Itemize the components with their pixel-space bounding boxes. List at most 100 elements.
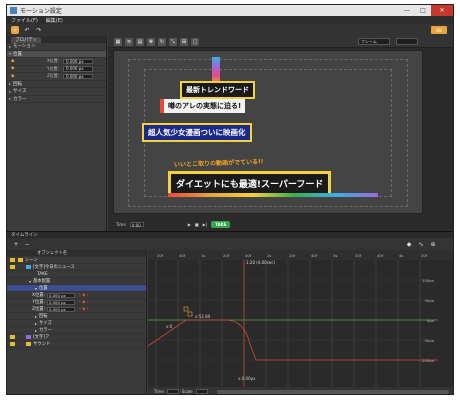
keyframe-add-icon[interactable]: ◆ — [405, 240, 413, 248]
list-view-icon[interactable]: ≡ — [125, 37, 133, 46]
expand-arrow-icon[interactable]: ▸ — [7, 321, 39, 326]
collapse-arrow-icon[interactable]: ▾ — [7, 279, 33, 284]
preview-controls: Time 0:00 ▶ ■ ▶| TAKE — [108, 217, 453, 231]
close-button[interactable]: ✕ — [431, 5, 453, 16]
window-title: モーション設定 — [20, 8, 62, 15]
frame-select[interactable]: フレーム — [358, 38, 390, 45]
maximize-button[interactable]: □ — [415, 5, 431, 16]
take-button[interactable]: TAKE — [211, 220, 231, 228]
ruler-label: 20f — [355, 253, 362, 258]
timeline-row-basic[interactable]: ▾ 基本配置 — [7, 278, 146, 285]
timeline-row-z: Z位置: 0.000 px ‹ ◆ › — [7, 306, 146, 313]
main-toolbar: + ↶ ↷ OK — [7, 24, 453, 36]
time-scale-field[interactable] — [166, 389, 179, 394]
keyframe-icon[interactable]: ◆ — [11, 59, 14, 64]
ruler-label: 4s — [399, 253, 403, 258]
timeline-row-size[interactable]: ▸ サイズ — [7, 320, 146, 327]
prop-row-rotation[interactable]: ▸ 回転 — [7, 81, 106, 88]
ok-button[interactable]: OK — [431, 26, 447, 34]
keyframe-handle[interactable] — [187, 311, 193, 317]
canvas-text-manga[interactable]: 超人気少女漫画ついに映画化 — [142, 123, 252, 142]
x-position-field[interactable]: 0.000 px — [47, 292, 75, 298]
timeline-row-take[interactable]: TAKE — [7, 271, 146, 278]
undo-icon[interactable]: ↶ — [23, 26, 31, 34]
y-axis-label: -100px — [421, 358, 435, 363]
delete-object-icon[interactable]: − — [23, 240, 31, 248]
timeline-bottom-bar: Time Scale — [148, 387, 453, 394]
menu-file[interactable]: ファイル(F) — [7, 17, 42, 24]
properties-panel: プロパティ ▸ モーション ▾ 位置 ◆ X位置: 0.000 px ◆ Y位置… — [7, 36, 107, 231]
prop-row-motion[interactable]: ▸ モーション — [7, 43, 106, 51]
y-position-field[interactable]: 0.000 px — [47, 299, 75, 305]
title-bar: モーション設定 — □ ✕ — [7, 5, 453, 16]
zoom-select[interactable] — [396, 38, 418, 45]
curve-graph[interactable]: 20f 40f 1s 20f 40f 2s 20f 40f 3s 20f 40f 4s 20f 1:20… — [148, 250, 454, 395]
scale-tool-icon[interactable]: ⤡ — [169, 37, 177, 46]
timeline-row-scene[interactable]: シーン — [7, 257, 146, 264]
y-position-field[interactable]: 0.000 px — [63, 66, 93, 72]
visibility-icon[interactable] — [10, 258, 15, 262]
redo-icon[interactable]: ↷ — [35, 26, 43, 34]
properties-tab[interactable]: プロパティ — [7, 36, 106, 43]
prop-row-position[interactable]: ▾ 位置 — [7, 50, 106, 58]
zoom-icon[interactable]: ⊕ — [429, 240, 437, 248]
step-icon[interactable]: ▶| — [203, 222, 207, 227]
prop-row-size[interactable]: ▸ サイズ — [7, 88, 106, 96]
playhead-label: 1:20 (4.00sec) — [246, 260, 275, 265]
stop-icon[interactable]: ■ — [195, 222, 199, 227]
keyframe-icon[interactable]: ◆ — [11, 74, 14, 79]
collapse-arrow-icon[interactable]: ▾ — [7, 286, 39, 291]
snap-icon[interactable]: ⊞ — [180, 37, 188, 46]
layout-icon[interactable]: ▤ — [136, 37, 144, 46]
y-axis-label: 50px — [425, 298, 435, 303]
ruler-label: 40f — [179, 253, 186, 258]
timeline-toolbar: + − ◆ ∿ ⊕ — [7, 238, 453, 250]
x-position-field[interactable]: 0.000 px — [63, 58, 93, 64]
visibility-icon[interactable] — [10, 335, 15, 339]
timeline-row-sound[interactable]: サウンド — [7, 341, 146, 348]
minimize-button[interactable]: — — [399, 5, 415, 16]
expand-arrow-icon[interactable]: ▸ — [7, 314, 39, 319]
color-tag — [26, 335, 31, 339]
canvas-text-rumor[interactable]: 噂のアレの実態に迫る! — [160, 99, 246, 113]
keyframe-nav-icon[interactable]: ‹ ◆ › — [79, 293, 88, 298]
horizontal-scrollbar[interactable] — [216, 389, 449, 394]
play-icon[interactable]: ▶ — [188, 222, 191, 227]
keyframe-nav-icon[interactable]: ‹ ◆ › — [79, 307, 88, 312]
rotate-tool-icon[interactable]: ↻ — [158, 37, 166, 46]
add-object-icon[interactable]: + — [12, 240, 20, 248]
safe-area-icon[interactable]: ▢ — [191, 37, 199, 46]
keyframe-icon[interactable]: ◆ — [11, 66, 14, 71]
timeline-graph[interactable]: 20f 40f 1s 20f 40f 2s 20f 40f 3s 20f 40f 4s 20f 1:20… — [148, 250, 454, 395]
timeline-row-color[interactable]: ▸ カラー — [7, 327, 146, 334]
preview-canvas[interactable]: 最新トレンドワード 噂のアレの実態に迫る! 超人気少女漫画ついに映画化 いいとこ… — [113, 50, 423, 214]
value-scale-field[interactable] — [195, 389, 208, 394]
z-position-field[interactable]: 0.000 px — [47, 306, 75, 312]
timeline-row-text-news[interactable]: [文字]今日のニュース — [7, 264, 146, 271]
visibility-icon[interactable] — [10, 342, 15, 346]
prop-row-color[interactable]: ▸ カラー — [7, 96, 106, 103]
motion-settings-window: モーション設定 — □ ✕ ファイル(F) 編集(E) + ↶ ↷ OK プロパ… — [6, 4, 454, 395]
time-field[interactable]: 0:00 — [129, 221, 144, 228]
timeline-row-position[interactable]: ▾ 位置 — [7, 285, 146, 292]
keyframe-nav-icon[interactable]: ‹ ◆ › — [79, 300, 88, 305]
z-position-field[interactable]: 0.000 px — [63, 73, 93, 79]
curve-icon[interactable]: ∿ — [417, 240, 425, 248]
keyframe-handle[interactable] — [183, 306, 189, 312]
visibility-icon[interactable] — [10, 265, 15, 269]
ruler-label: 20f — [157, 253, 164, 258]
timeline-row-text-a[interactable]: [文字]ア — [7, 334, 146, 341]
grid-view-icon[interactable]: ▦ — [114, 37, 122, 46]
menu-edit[interactable]: 編集(E) — [42, 17, 67, 24]
time-label: Time — [116, 221, 126, 227]
menu-bar: ファイル(F) 編集(E) — [7, 16, 453, 24]
canvas-text-trend[interactable]: 最新トレンドワード — [180, 81, 255, 99]
color-tag — [18, 258, 23, 262]
move-tool-icon[interactable]: ✥ — [147, 37, 155, 46]
ruler-label: 40f — [311, 253, 318, 258]
expand-arrow-icon[interactable]: ▸ — [7, 328, 39, 333]
ruler-label: 20f — [223, 253, 230, 258]
timeline-header: タイムライン — [7, 231, 453, 238]
new-icon[interactable]: + — [11, 26, 19, 34]
timeline-row-rotation[interactable]: ▸ 回転 — [7, 313, 146, 320]
